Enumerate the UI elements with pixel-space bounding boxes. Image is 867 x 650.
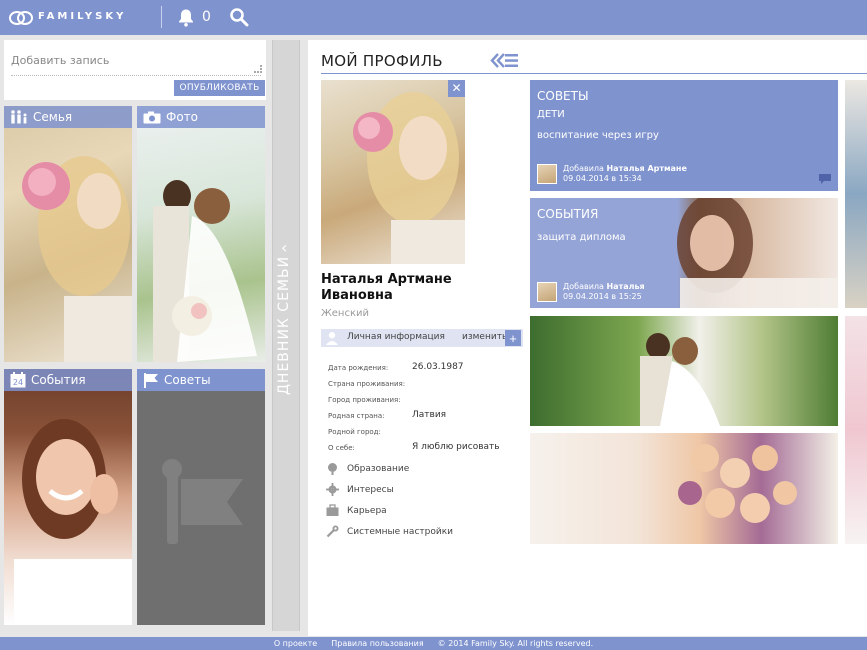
tile-family-label: Семья — [33, 110, 73, 124]
top-divider — [161, 6, 162, 28]
profile-photo[interactable]: ✕ — [321, 80, 465, 264]
card-advice-description: воспитание через игру — [537, 130, 659, 141]
tile-photo-label: Фото — [166, 110, 199, 124]
card-advice[interactable]: СОВЕТЫ ДЕТИ воспитание через игру Добави… — [530, 80, 838, 191]
tile-events[interactable]: 24 События — [4, 369, 132, 625]
card-events-date: 09.04.2014 в 15:25 — [563, 292, 642, 301]
card-events-author: Добавила Наталья 09.04.2014 в 15:25 — [537, 282, 807, 303]
info-row: Родной город: — [328, 428, 381, 436]
flag-placeholder-icon — [162, 459, 243, 544]
tile-photo-header: Фото — [137, 106, 265, 128]
tile-events-header: 24 События — [4, 369, 132, 391]
collapse-menu-icon[interactable] — [490, 52, 518, 69]
section-career-label: Карьера — [347, 505, 387, 516]
info-row: Дата рождения: 26.03.1987 — [328, 362, 464, 372]
section-education[interactable]: Образование — [326, 458, 453, 479]
tile-events-label: События — [31, 373, 86, 387]
top-bar: FAMILYSKY 0 — [0, 0, 867, 35]
card-events-description: защита диплома — [537, 232, 626, 243]
personal-info-list: Дата рождения: 26.03.1987 Страна проживан… — [328, 361, 528, 457]
personal-info-bar: Личная информация изменить + — [321, 329, 523, 347]
tile-photo[interactable]: Фото — [137, 106, 265, 362]
camera-icon — [143, 111, 161, 123]
tile-advice-header: Советы — [137, 369, 265, 391]
tile-family[interactable]: Семья — [4, 106, 132, 362]
flag-icon — [144, 373, 158, 388]
profile-name-last: Ивановна — [321, 288, 393, 303]
tile-advice-label: Советы — [164, 373, 211, 387]
globe-icon — [328, 463, 337, 475]
avatar[interactable] — [537, 282, 557, 302]
family-photo — [22, 156, 132, 362]
info-row: Родная страна: Латвия — [328, 410, 447, 420]
card-side-partial-bottom[interactable] — [845, 316, 867, 544]
section-education-label: Образование — [347, 463, 410, 474]
card-events-byline: Добавила Наталья — [563, 282, 645, 291]
profile-name: Наталья Артмане Ивановна — [321, 272, 521, 304]
info-row: Страна проживания: — [328, 380, 406, 388]
info-row: Город проживания: — [328, 396, 401, 404]
section-system-settings[interactable]: Системные настройки — [326, 521, 453, 542]
profile-panel: МОЙ ПРОФИЛЬ ✕ Наталья Артмане Ивановна Ж… — [308, 40, 867, 636]
card-advice-author: Добавила Наталья Артмане 09.04.2014 в 15… — [537, 164, 807, 185]
card-advice-byline: Добавила Наталья Артмане — [563, 164, 687, 173]
wedding-photo — [153, 180, 257, 362]
add-info-button[interactable]: + — [505, 330, 521, 346]
card-photo-wedding[interactable] — [530, 316, 838, 426]
title-divider — [321, 73, 867, 74]
footer-about-link[interactable]: О проекте — [274, 639, 317, 648]
search-icon[interactable] — [229, 7, 249, 27]
logo[interactable]: FAMILYSKY — [9, 9, 127, 25]
post-input[interactable] — [11, 46, 261, 76]
publish-button[interactable]: ОПУБЛИКОВАТЬ — [174, 80, 265, 96]
notifications-count[interactable]: 0 — [202, 9, 211, 25]
edit-link[interactable]: изменить — [462, 332, 507, 342]
card-photo-bouquet[interactable] — [530, 433, 838, 544]
family-icon — [11, 110, 27, 124]
wedding-kiss-photo — [640, 333, 720, 426]
section-career[interactable]: Карьера — [326, 500, 453, 521]
logo-text: FAMILYSKY — [38, 10, 127, 22]
bell-icon[interactable] — [177, 8, 195, 27]
wrench-icon — [326, 525, 339, 538]
family-diary-toggle[interactable]: ДНЕВНИК СЕМЬИ ‹ — [272, 40, 300, 631]
comment-icon[interactable] — [819, 174, 831, 184]
section-interests-label: Интересы — [347, 484, 394, 495]
footer-copyright: © 2014 Family Sky. All rights reserved. — [437, 639, 594, 648]
tile-family-header: Семья — [4, 106, 132, 128]
user-icon — [326, 332, 338, 345]
section-interests[interactable]: Интересы — [326, 479, 453, 500]
post-box: ОПУБЛИКОВАТЬ — [4, 40, 266, 100]
smiling-woman-photo — [14, 419, 132, 625]
card-advice-title: СОВЕТЫ — [537, 89, 589, 103]
personal-info-label: Личная информация — [347, 332, 445, 342]
card-side-partial-top[interactable] — [845, 80, 867, 308]
family-diary-label: ДНЕВНИК СЕМЬИ — [276, 255, 292, 395]
profile-gender: Женский — [321, 308, 369, 319]
profile-name-first: Наталья Артмане — [321, 272, 452, 287]
calendar-icon: 24 — [10, 372, 26, 388]
profile-sections: Образование Интересы Карьера Системные н… — [326, 458, 453, 542]
bouquet-photo — [678, 444, 797, 523]
logo-icon — [9, 9, 33, 25]
calendar-day: 24 — [13, 378, 23, 387]
card-events-title: СОБЫТИЯ — [537, 207, 599, 221]
resize-grip-icon[interactable] — [254, 65, 262, 73]
briefcase-icon — [326, 504, 339, 516]
page-title: МОЙ ПРОФИЛЬ — [321, 52, 443, 70]
footer: О проекте Правила пользования © 2014 Fam… — [0, 637, 867, 650]
info-row: О себе: Я люблю рисовать — [328, 442, 500, 452]
card-events[interactable]: СОБЫТИЯ защита диплома Добавила Наталья … — [530, 198, 838, 308]
footer-terms-link[interactable]: Правила пользования — [331, 639, 423, 648]
profile-photo-image — [353, 92, 465, 264]
gear-icon — [326, 483, 339, 496]
tile-advice[interactable]: Советы — [137, 369, 265, 625]
section-system-settings-label: Системные настройки — [347, 526, 453, 537]
avatar[interactable] — [537, 164, 557, 184]
card-advice-subtitle: ДЕТИ — [537, 109, 565, 120]
close-icon[interactable]: ✕ — [448, 80, 465, 97]
card-advice-date: 09.04.2014 в 15:34 — [563, 174, 642, 183]
chevron-left-icon[interactable]: ‹ — [281, 238, 287, 257]
